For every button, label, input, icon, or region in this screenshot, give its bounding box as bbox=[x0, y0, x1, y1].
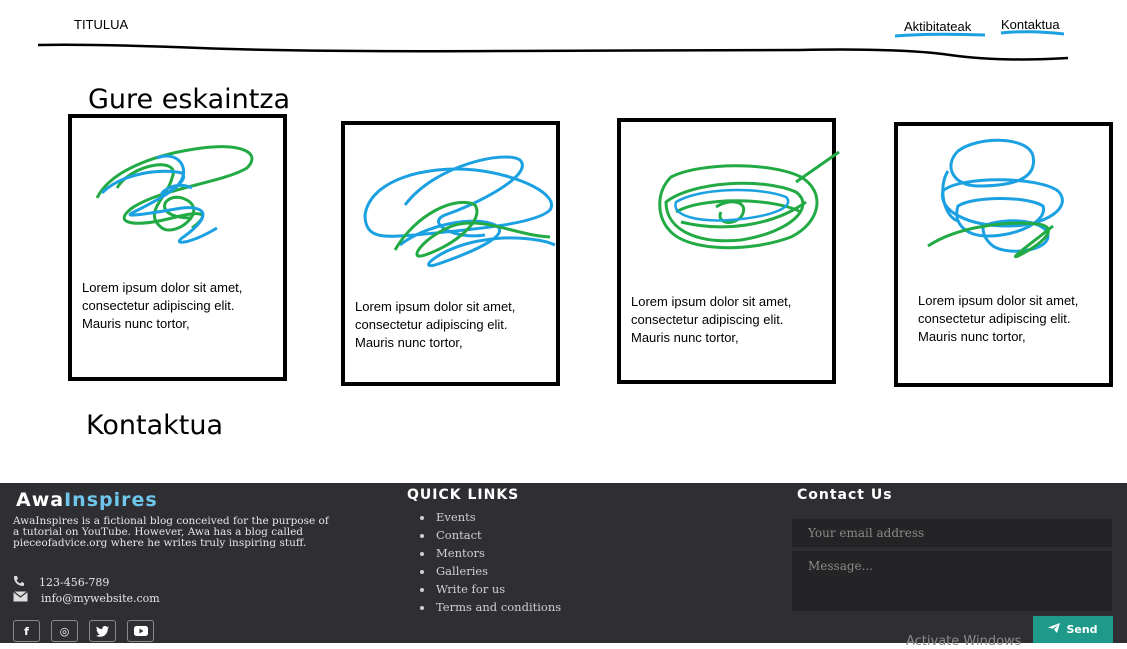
card-image-scribble bbox=[95, 145, 254, 244]
email-field[interactable] bbox=[792, 519, 1112, 547]
footer-phone-row: 123-456-789 bbox=[13, 575, 109, 590]
quick-link-write-for-us[interactable]: Write for us bbox=[420, 582, 561, 600]
mail-icon bbox=[13, 591, 28, 605]
card-image-scribble bbox=[658, 150, 840, 250]
offer-card: Lorem ipsum dolor sit amet, consectetur … bbox=[341, 121, 560, 386]
card-image-scribble bbox=[363, 155, 556, 268]
bullet-icon bbox=[420, 588, 424, 592]
site-footer: AwaInspires AwaInspires is a fictional b… bbox=[0, 483, 1127, 649]
facebook-icon[interactable]: f bbox=[13, 620, 40, 642]
card-text: Lorem ipsum dolor sit amet, consectetur … bbox=[631, 294, 792, 345]
quick-link-contact[interactable]: Contact bbox=[420, 528, 561, 546]
phone-icon bbox=[13, 575, 27, 590]
quick-link-label: Contact bbox=[436, 528, 482, 542]
quick-links-list: Events Contact Mentors Galleries Write f… bbox=[420, 510, 561, 618]
brand-part-2: Inspires bbox=[64, 489, 158, 511]
youtube-icon[interactable] bbox=[127, 620, 154, 642]
quick-link-events[interactable]: Events bbox=[420, 510, 561, 528]
footer-email[interactable]: info@mywebsite.com bbox=[41, 592, 160, 605]
quick-link-label: Galleries bbox=[436, 564, 489, 578]
brand-part-1: Awa bbox=[16, 489, 65, 511]
offers-heading: Gure eskaintza bbox=[88, 84, 291, 115]
quick-link-label: Terms and conditions bbox=[436, 600, 562, 614]
card-text: Lorem ipsum dolor sit amet, consectetur … bbox=[355, 299, 516, 350]
message-field[interactable] bbox=[792, 551, 1112, 611]
activate-windows-watermark: Activate Windows bbox=[906, 634, 1022, 649]
card-image-scribble bbox=[927, 138, 1064, 259]
quick-link-galleries[interactable]: Galleries bbox=[420, 564, 561, 582]
offer-card: Lorem ipsum dolor sit amet, consectetur … bbox=[894, 122, 1113, 387]
bullet-icon bbox=[420, 606, 424, 610]
footer-phone[interactable]: 123-456-789 bbox=[39, 576, 109, 589]
card-text: Lorem ipsum dolor sit amet, consectetur … bbox=[918, 293, 1079, 344]
footer-brand-logo[interactable]: AwaInspires bbox=[16, 489, 158, 511]
bullet-icon bbox=[420, 516, 424, 520]
quick-links-heading: QUICK LINKS bbox=[407, 487, 520, 503]
bullet-icon bbox=[420, 570, 424, 574]
bullet-icon bbox=[420, 534, 424, 538]
twitter-icon[interactable] bbox=[89, 620, 116, 642]
quick-link-label: Events bbox=[436, 510, 476, 524]
send-button[interactable]: Send bbox=[1033, 616, 1113, 643]
header-divider bbox=[37, 30, 1069, 61]
nav-underline bbox=[1000, 30, 1065, 36]
contact-us-heading: Contact Us bbox=[797, 487, 893, 503]
card-text: Lorem ipsum dolor sit amet, consectetur … bbox=[82, 280, 243, 331]
send-label: Send bbox=[1066, 623, 1098, 636]
offer-card: Lorem ipsum dolor sit amet, consectetur … bbox=[617, 118, 840, 384]
quick-link-mentors[interactable]: Mentors bbox=[420, 546, 561, 564]
send-icon bbox=[1048, 623, 1061, 636]
quick-link-label: Mentors bbox=[436, 546, 485, 560]
quick-link-label: Write for us bbox=[436, 582, 506, 596]
quick-link-terms[interactable]: Terms and conditions bbox=[420, 600, 561, 618]
instagram-icon[interactable]: ◎ bbox=[51, 620, 78, 642]
footer-email-row: info@mywebsite.com bbox=[13, 591, 160, 605]
offer-card: Lorem ipsum dolor sit amet, consectetur … bbox=[68, 114, 287, 381]
bullet-icon bbox=[420, 552, 424, 556]
contact-heading: Kontaktua bbox=[86, 410, 224, 441]
footer-about-text: AwaInspires is a fictional blog conceive… bbox=[13, 515, 329, 549]
nav-underline bbox=[894, 32, 986, 38]
